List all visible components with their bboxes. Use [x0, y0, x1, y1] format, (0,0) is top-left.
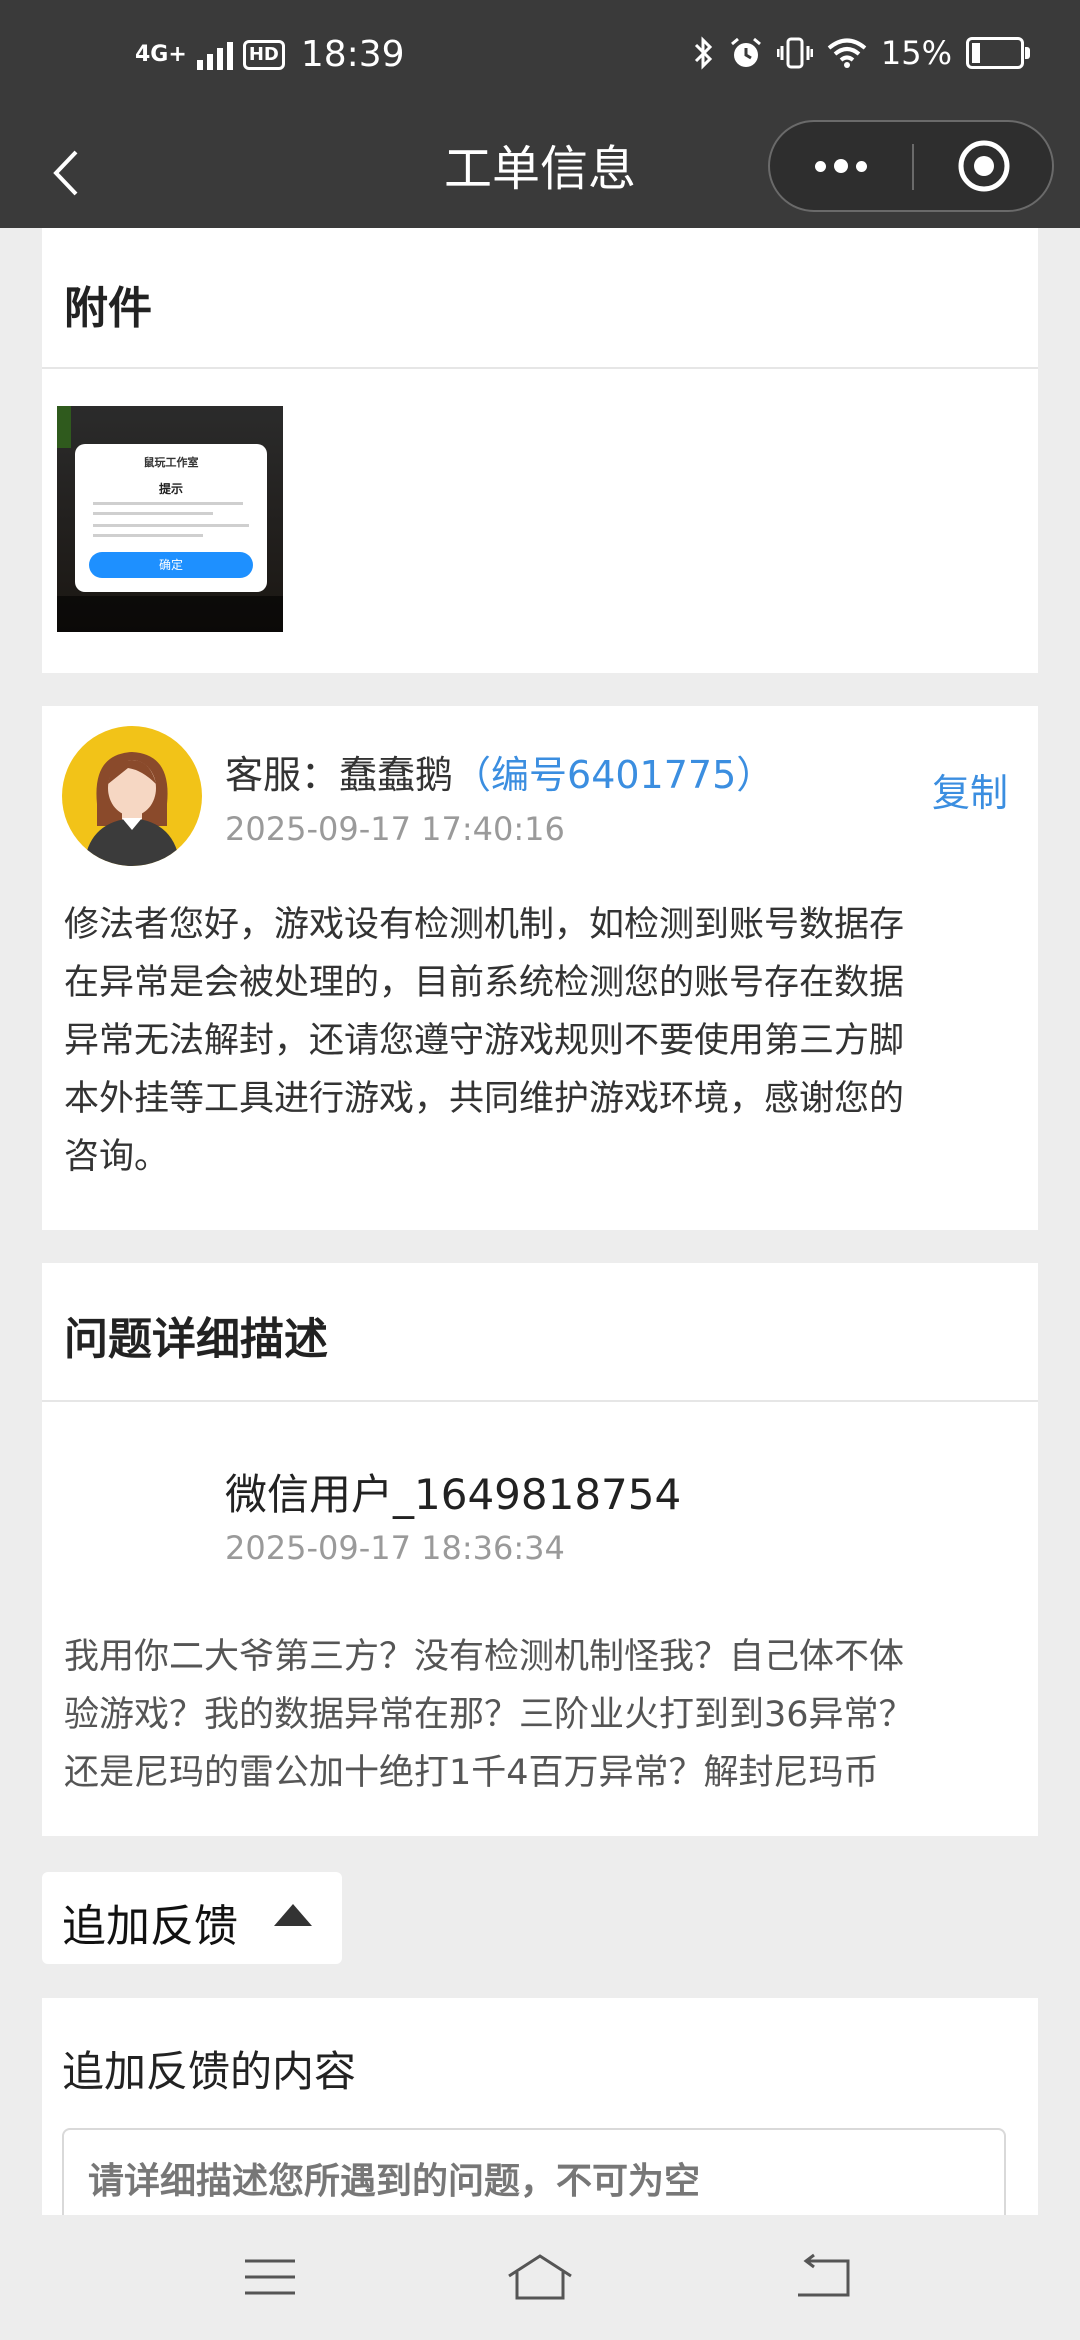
close-mini-program-button[interactable] [914, 122, 1054, 210]
return-icon [798, 2253, 850, 2297]
attachment-thumbnail[interactable]: 鼠玩工作室 提示 确定 [57, 406, 283, 632]
network-type: 4G+ [135, 41, 187, 67]
text-line: 修法者您好，游戏设有检测机制，如检测到账号数据存 [64, 905, 905, 945]
back-system-button[interactable] [784, 2237, 864, 2317]
problem-time: 2025-09-17 18:36:34 [225, 1529, 565, 1567]
vibrate-icon [776, 37, 813, 69]
more-dots-icon [815, 160, 826, 172]
system-nav-bar [0, 2215, 1080, 2340]
text-line: 本外挂等工具进行游戏，共同维护游戏环境，感谢您的 [64, 1079, 905, 1119]
agent-reply-text: 修法者您好，游戏设有检测机制，如检测到账号数据存 在异常是会被处理的，目前系统检… [64, 896, 1014, 1186]
thumbnail-text-line [93, 534, 203, 537]
status-bar: 4G+ HD 18:39 15% [0, 0, 1080, 120]
signal-icon [196, 40, 233, 70]
agent-avatar-icon [84, 752, 180, 866]
home-button[interactable] [500, 2237, 580, 2317]
copy-button[interactable]: 复制 [932, 762, 1008, 817]
agent-reply-time: 2025-09-17 17:40:16 [225, 810, 565, 848]
problem-card: 问题详细描述 微信用户_1649818754 2025-09-17 18:36:… [42, 1263, 1038, 1836]
nav-bar: 工单信息 [0, 120, 1080, 228]
thumbnail-text-line [93, 502, 243, 505]
attachments-card: 附件 鼠玩工作室 提示 确定 [42, 228, 1038, 673]
thumbnail-dialog-title: 提示 [158, 482, 183, 496]
user-name: 微信用户_1649818754 [225, 1470, 682, 1519]
thumbnail-dialog: 鼠玩工作室 提示 确定 [75, 444, 267, 592]
feedback-content-label: 追加反馈的内容 [62, 2047, 357, 2096]
hd-badge: HD [242, 39, 285, 70]
text-line: 还是尼玛的雷公加十绝打1千4百万异常？解封尼玛币 [64, 1753, 879, 1793]
problem-title: 问题详细描述 [64, 1314, 328, 1365]
menu-icon [245, 2259, 295, 2295]
thumbnail-text-line [93, 512, 213, 515]
battery-icon [966, 37, 1030, 69]
thumbnail-footer [57, 596, 283, 632]
thumbnail-decor [57, 406, 71, 448]
agent-id: （编号6401775） [453, 753, 775, 797]
mini-program-capsule [768, 120, 1054, 212]
feedback-input[interactable]: 请详细描述您所遇到的问题，不可为空 [62, 2128, 1006, 2215]
caret-up-icon [274, 1904, 312, 1926]
text-line: 我用你二大爷第三方？没有检测机制怪我？自己体不体 [64, 1637, 905, 1677]
target-close-icon [958, 140, 1010, 192]
text-line: 咨询。 [64, 1137, 170, 1177]
thumbnail-text-line [93, 524, 249, 527]
feedback-card: 追加反馈的内容 请详细描述您所遇到的问题，不可为空 [42, 1998, 1038, 2215]
menu-button[interactable] [230, 2237, 310, 2317]
problem-text: 我用你二大爷第三方？没有检测机制怪我？自己体不体 验游戏？我的数据异常在那？三阶… [64, 1628, 1014, 1802]
agent-name: 客服：蠢蠢鹅 [225, 753, 454, 797]
thumbnail-brand: 鼠玩工作室 [143, 456, 199, 469]
thumbnail-confirm: 确定 [89, 552, 253, 578]
wifi-icon [827, 38, 867, 68]
divider [42, 367, 1038, 369]
attachments-title: 附件 [64, 283, 152, 334]
text-line: 异常无法解封，还请您遵守游戏规则不要使用第三方脚 [64, 1021, 905, 1061]
text-line: 在异常是会被处理的，目前系统检测您的账号存在数据 [64, 963, 905, 1003]
clock: 18:39 [300, 34, 405, 75]
more-button[interactable] [770, 122, 912, 210]
agent-reply-card: 客服：蠢蠢鹅（编号6401775） 2025-09-17 17:40:16 复制… [42, 706, 1038, 1230]
agent-avatar [62, 726, 202, 866]
alarm-icon [730, 37, 761, 67]
add-feedback-toggle[interactable]: 追加反馈 [42, 1872, 342, 1964]
home-icon [508, 2254, 572, 2300]
agent-name-line: 客服：蠢蠢鹅（编号6401775） [225, 744, 774, 799]
bluetooth-icon [694, 36, 712, 70]
divider [42, 1400, 1038, 1402]
text-line: 验游戏？我的数据异常在那？三阶业火打到到36异常？ [64, 1695, 914, 1735]
add-feedback-label: 追加反馈 [62, 1901, 238, 1952]
battery-percent: 15% [880, 34, 952, 72]
